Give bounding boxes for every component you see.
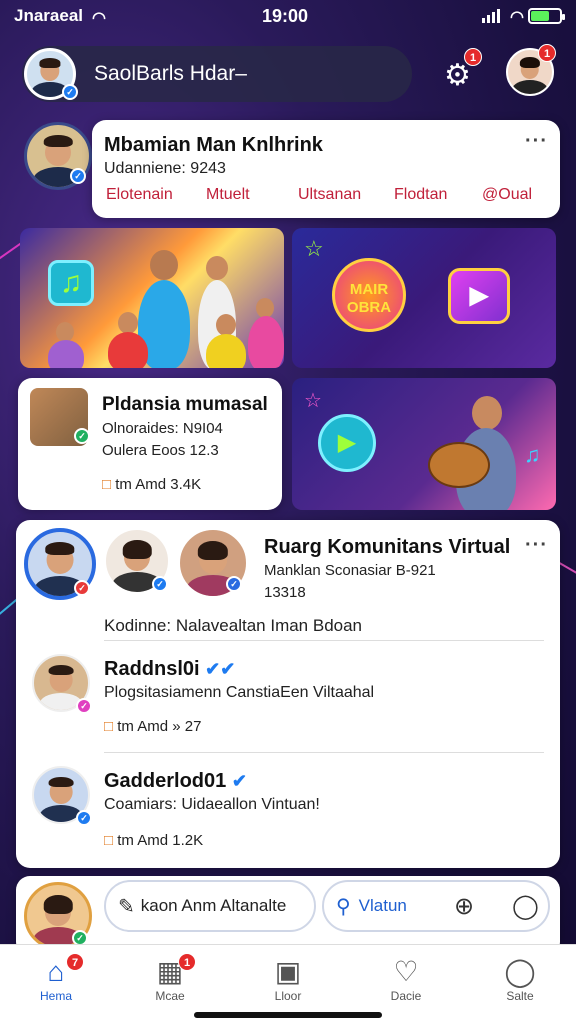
verified-icon: ✓ [70, 168, 86, 184]
edit-icon: ✎ [118, 895, 135, 918]
search-bar[interactable]: ✓ SaolBarls Hdar– [22, 46, 412, 102]
game-image[interactable]: MAIR OBRA ▶ ☆ [292, 228, 556, 368]
wifi-icon: ◠ [92, 10, 106, 27]
community-line: 13318 [264, 584, 306, 601]
community-caption: Kodinne: Nalavealtan Iman Bdoan [104, 616, 363, 635]
game-logo-text: OBRA [346, 299, 392, 316]
comment-icon: □ [102, 476, 112, 493]
signal-icon [482, 9, 500, 23]
nav-label: Dacie [390, 989, 422, 1003]
community-line: Manklan Sconasiar B-921 [264, 562, 436, 579]
chat-label: Vlatun [358, 896, 407, 915]
more-icon[interactable]: ◯ [512, 892, 539, 921]
nav-label: Lloor [274, 989, 302, 1003]
profile-name: Mbamian Man Knlhrink [104, 134, 323, 156]
post-author: Raddnsl0i ✔✔ [104, 658, 235, 681]
verified-icon: ✓ [74, 428, 90, 444]
status-bar: Jnaraeal ◠ 19:00 ◠ [0, 0, 576, 34]
post-text: Coamiars: Uidaeallon Vintuan! [104, 796, 320, 813]
post-stat-value: tm Amd 1.2K [117, 832, 204, 849]
search-input[interactable]: SaolBarls Hdar– [94, 62, 247, 86]
chat-icon: ⚲ [336, 895, 351, 918]
divider [104, 752, 544, 753]
carrier-label: Jnaraeal [14, 6, 83, 25]
nav-notifications[interactable]: ♡ Dacie [366, 955, 446, 1003]
comment-icon: □ [104, 718, 114, 735]
video-icon: ▦ [156, 956, 184, 987]
more-icon[interactable]: ··· [525, 130, 548, 153]
divider [104, 640, 544, 641]
group-line: Oulera Eoos 12.3 [102, 442, 219, 459]
nav-profile[interactable]: ◯ Salte [480, 955, 560, 1003]
nav-label: Hema [39, 989, 72, 1003]
compose-button[interactable]: ✎ kaon Anm Altanalte [104, 880, 316, 932]
music-icon: ♫ [524, 442, 541, 467]
plus-icon[interactable]: ⊕ [454, 892, 474, 921]
verified-icon: ✓ [226, 576, 242, 592]
star-icon: ☆ [304, 390, 322, 412]
game-logo-text: MAIR [349, 281, 389, 298]
post-stat: □ tm Amd 1.2K [104, 832, 203, 849]
store-icon: ▣ [274, 956, 302, 987]
group-line: Olnoraides: N9I04 [102, 420, 223, 437]
game-logo: MAIR OBRA [332, 258, 406, 332]
wifi-icon: ◠ [510, 9, 524, 26]
group-title: Pldansia mumasal [102, 394, 268, 415]
group-stat-value: tm Amd 3.4K [115, 476, 202, 493]
verified-icon: ✔✔ [205, 659, 236, 679]
profile-badge: 1 [538, 44, 556, 62]
post-author-name: Gadderlod01 [104, 770, 227, 792]
home-icon: ⌂ [47, 956, 65, 987]
verified-icon: ✓ [76, 810, 92, 826]
crowd-image[interactable]: ♫ [20, 228, 284, 368]
group-card[interactable]: ✓ Pldansia mumasal Olnoraides: N9I04 Oul… [18, 378, 282, 510]
post-text: Plogsitasiamenn CanstiaEen Viltaahal [104, 684, 375, 701]
community-card[interactable]: ✓ ✓ ✓ Ruarg Komunitans Virtual ··· Mankl… [16, 520, 560, 868]
notifications-icon: ♡ [393, 956, 419, 987]
verified-icon: ✔ [231, 771, 247, 791]
group-stat: □ tm Amd 3.4K [102, 476, 201, 493]
verified-icon: ✓ [62, 84, 78, 100]
profile-icon: ◯ [504, 956, 536, 987]
profile-card[interactable]: Mbamian Man Knlhrink ··· Udanniene: 9243… [92, 120, 560, 218]
post-author: Gadderlod01 ✔ [104, 770, 247, 793]
nav-label: Salte [506, 989, 534, 1003]
battery-icon [528, 8, 565, 24]
nav-label: Mcae [155, 989, 185, 1003]
community-title: Ruarg Komunitans Virtual [264, 536, 511, 558]
chat-icon: ▶ [318, 414, 376, 472]
comment-icon: □ [104, 832, 114, 849]
chat-button[interactable]: ⚲ Vlatun ⊕ ◯ [322, 880, 550, 932]
profile-subtitle: Udanniene: 9243 [104, 160, 226, 177]
music-image[interactable]: ▶ ☆ ♫ [292, 378, 556, 510]
post-stat-value: tm Amd » 27 [117, 718, 202, 735]
profile-link[interactable]: Ultsanan [298, 186, 361, 204]
profile-link[interactable]: Flodtan [394, 186, 447, 204]
profile-link[interactable]: @Oual [482, 186, 532, 204]
nav-badge: 7 [66, 953, 84, 971]
nav-store[interactable]: ▣ Lloor [248, 955, 328, 1003]
more-icon[interactable]: ··· [525, 534, 548, 557]
profile-link[interactable]: Mtuelt [206, 186, 250, 204]
play-icon: ▶ [448, 268, 510, 324]
verified-icon: ✓ [76, 698, 92, 714]
post-stat: □ tm Amd » 27 [104, 718, 201, 735]
home-indicator [194, 1012, 382, 1018]
verified-icon: ✓ [152, 576, 168, 592]
post-author-name: Raddnsl0i [104, 658, 200, 680]
profile-link[interactable]: Elotenain [106, 186, 173, 204]
verified-icon: ✓ [74, 580, 90, 596]
guitar-illustration [428, 442, 490, 488]
music-icon: ♫ [48, 260, 94, 306]
star-icon: ☆ [304, 236, 324, 261]
nav-badge: 1 [178, 953, 196, 971]
nav-home[interactable]: ⌂ Hema 7 [16, 953, 96, 1003]
settings-badge: 1 [464, 48, 482, 66]
nav-video[interactable]: ▦ Mcae 1 [130, 953, 210, 1003]
clock: 19:00 [262, 6, 309, 26]
compose-label: kaon Anm Altanalte [140, 896, 287, 915]
